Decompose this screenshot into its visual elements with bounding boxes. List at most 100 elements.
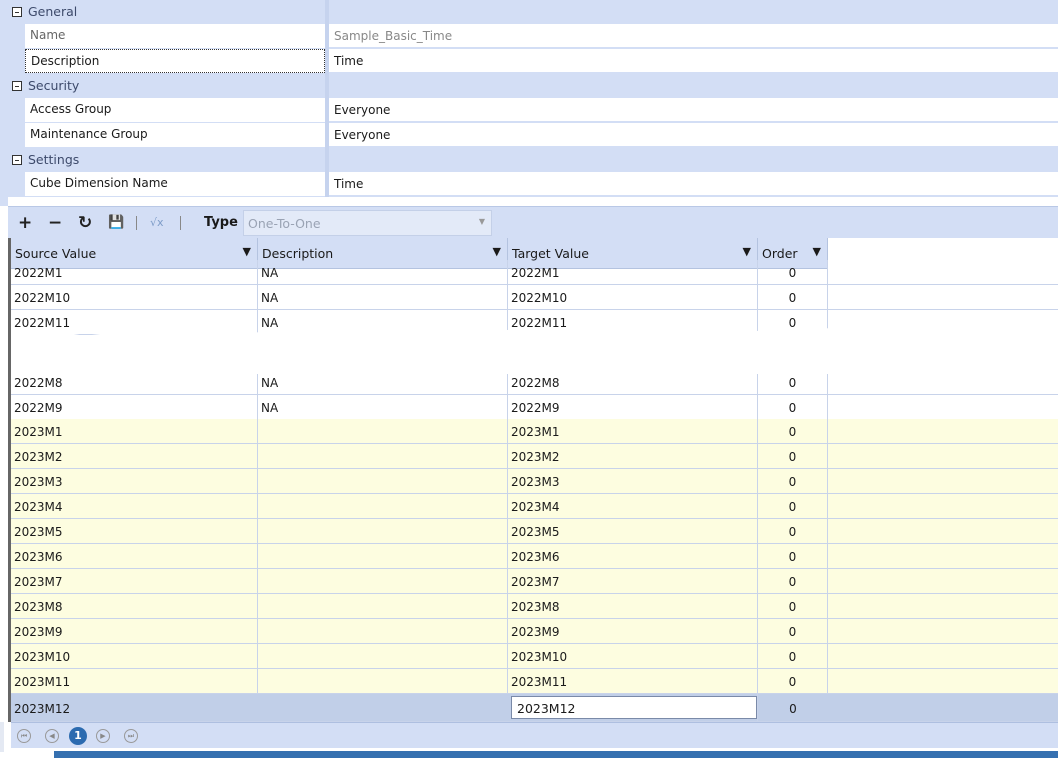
cell[interactable]: 0 [758,285,828,309]
cell[interactable]: 2023M9 [508,619,758,643]
cell[interactable]: 2023M8 [508,594,758,618]
cell[interactable] [258,544,508,568]
category-security[interactable]: Security [0,74,1058,98]
cell[interactable] [258,669,508,693]
save-icon[interactable]: 💾 [108,215,124,230]
property-maintenance-group[interactable]: Maintenance Group Everyone [0,123,1058,147]
category-general[interactable]: General [0,0,1058,24]
table-row[interactable]: 2022M1 NA 2022M1 0 [11,260,1058,285]
table-row[interactable]: 2023M11 2023M11 0 [11,669,1058,694]
cell[interactable]: NA [258,285,508,309]
first-page-icon[interactable]: ⏮ [17,729,31,743]
table-row[interactable]: 2023M5 2023M5 0 [11,519,1058,544]
cell[interactable] [258,419,508,443]
cell[interactable]: 2023M3 [508,469,758,493]
cell[interactable]: NA [258,260,508,284]
refresh-icon[interactable]: ↻ [78,213,92,233]
cell[interactable]: 2023M7 [508,569,758,593]
type-dropdown[interactable]: One-To-One ▼ [243,210,492,236]
cell[interactable]: 2022M1 [11,260,258,284]
cell[interactable] [258,519,508,543]
cell[interactable]: 0 [758,619,828,643]
table-row[interactable]: 2023M6 2023M6 0 [11,544,1058,569]
cell[interactable]: 2022M1 [508,260,758,284]
property-access-group[interactable]: Access Group Everyone [0,98,1058,122]
page-number-button[interactable]: 1 [69,727,87,745]
collapse-icon[interactable] [12,81,22,91]
property-name[interactable]: Name Sample_Basic_Time [0,24,1058,48]
column-splitter[interactable] [325,0,329,197]
cell[interactable] [258,494,508,518]
cell[interactable]: 2022M10 [508,285,758,309]
cell[interactable]: 2023M5 [508,519,758,543]
collapse-icon[interactable] [12,7,22,17]
cell[interactable] [258,569,508,593]
cell[interactable]: 2022M9 [11,395,258,419]
filter-icon[interactable]: ▼ [493,245,501,258]
filter-icon[interactable]: ▼ [813,245,821,258]
cell[interactable]: 0 [758,669,828,693]
add-icon[interactable]: + [18,213,32,233]
cell[interactable]: 2023M2 [508,444,758,468]
cell[interactable]: 2023M2 [11,444,258,468]
cell[interactable]: 0 [758,544,828,568]
table-row[interactable]: 2023M1 2023M1 0 [11,419,1058,444]
cell[interactable]: 0 [758,694,828,721]
cell[interactable]: 2023M8 [11,594,258,618]
category-settings[interactable]: Settings [0,148,1058,172]
table-row[interactable]: 2023M8 2023M8 0 [11,594,1058,619]
last-page-icon[interactable]: ⏭ [124,729,138,743]
cell[interactable]: 2023M11 [508,669,758,693]
collapse-icon[interactable] [12,155,22,165]
prev-page-icon[interactable]: ◀ [45,729,59,743]
table-row[interactable]: 2023M10 2023M10 0 [11,644,1058,669]
table-row[interactable]: 2022M9 NA 2022M9 0 [11,395,1058,420]
cell[interactable]: 0 [758,569,828,593]
cell[interactable]: 0 [758,594,828,618]
cell[interactable] [258,594,508,618]
filter-icon[interactable]: ▼ [243,245,251,258]
cell[interactable]: 2023M10 [508,644,758,668]
cell[interactable] [258,619,508,643]
cell[interactable]: 2023M7 [11,569,258,593]
cell[interactable]: 0 [758,419,828,443]
filter-icon[interactable]: ▼ [743,245,751,258]
table-row[interactable]: 2023M3 2023M3 0 [11,469,1058,494]
cell[interactable]: 2023M1 [508,419,758,443]
cell[interactable]: 2023M9 [11,619,258,643]
cell[interactable]: 0 [758,260,828,284]
cell[interactable] [258,469,508,493]
cell[interactable]: 2023M6 [11,544,258,568]
remove-icon[interactable]: − [48,213,62,233]
property-description[interactable]: Description Time [0,49,1058,73]
table-row[interactable]: 2023M7 2023M7 0 [11,569,1058,594]
table-row[interactable]: 2023M12 2023M12 0 [11,694,1058,722]
cell[interactable]: 2023M3 [11,469,258,493]
target-value-input[interactable]: 2023M12 [511,696,757,719]
cell[interactable]: 0 [758,395,828,419]
cell[interactable]: 2022M9 [508,395,758,419]
cell[interactable]: 2023M5 [11,519,258,543]
cell[interactable]: 2023M11 [11,669,258,693]
cell[interactable] [258,444,508,468]
cell[interactable]: 2023M6 [508,544,758,568]
cell[interactable] [258,694,508,721]
cell[interactable]: 0 [758,494,828,518]
table-row[interactable]: 2023M9 2023M9 0 [11,619,1058,644]
cell[interactable]: 0 [758,644,828,668]
cell[interactable]: 2023M12 [11,694,258,721]
cell[interactable] [258,644,508,668]
cell[interactable]: 2023M1 [11,419,258,443]
cell[interactable]: 2022M10 [11,285,258,309]
property-cube-dimension-name[interactable]: Cube Dimension Name Time [0,172,1058,196]
table-row[interactable]: 2023M2 2023M2 0 [11,444,1058,469]
cell[interactable]: 2023M4 [508,494,758,518]
cell[interactable]: 0 [758,469,828,493]
table-row[interactable]: 2023M4 2023M4 0 [11,494,1058,519]
cell[interactable]: 2023M10 [11,644,258,668]
table-row[interactable]: 2022M10 NA 2022M10 0 [11,285,1058,310]
cell[interactable]: 0 [758,444,828,468]
cell[interactable]: NA [258,395,508,419]
cell[interactable]: 2023M4 [11,494,258,518]
formula-icon[interactable]: √x [150,216,164,229]
